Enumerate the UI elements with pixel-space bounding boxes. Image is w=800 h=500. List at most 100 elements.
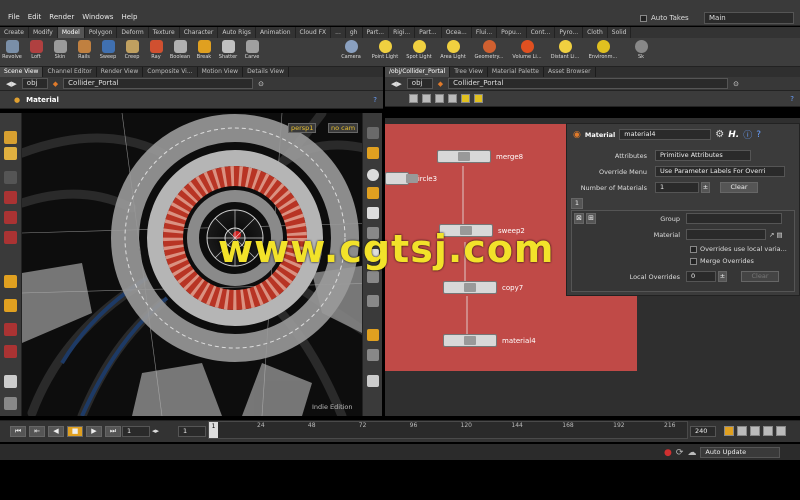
right-pane-tab-2[interactable]: Material Palette [488,67,544,77]
wireframe-icon[interactable] [367,207,379,219]
cook-icon[interactable]: ☁ [687,448,696,458]
pin-icon[interactable]: ⊙ [258,80,264,88]
shelf-tool-ray[interactable]: Ray [144,38,168,66]
left-path-geo[interactable]: Collider_Portal [63,78,254,89]
timeline-ruler[interactable]: 1 24 48 72 96 120 144 168 192 216 [208,421,688,439]
jump-end-icon[interactable]: ⏭ [105,426,121,437]
back-arrow-icon[interactable]: ◀▶ [6,80,17,88]
override-menu-select[interactable]: Use Parameter Labels For Overri [655,166,785,177]
shelf-tab-2[interactable]: Model [57,27,85,38]
group-field[interactable] [686,213,782,224]
start-frame-field[interactable]: 1 [178,426,206,437]
select-tool-icon[interactable] [4,131,17,144]
shelf-tab-7[interactable]: Auto Rigs [218,27,256,38]
shelf-tab-9[interactable]: Cloud FX [296,27,332,38]
right-pane-tab-0[interactable]: /obj/Collider_Portal [385,67,451,77]
shelf-tab-6[interactable]: Character [180,27,219,38]
node-circle[interactable]: circle3 [385,172,437,185]
shelf-tab-12[interactable]: Part... [363,27,390,38]
display-options-icon[interactable] [367,127,379,139]
auto-takes-checkbox[interactable] [640,14,647,22]
shelf-tool-loft[interactable]: Loft [24,38,48,66]
menu-windows[interactable]: Windows [82,13,113,21]
node-material[interactable]: material4 [443,334,536,347]
view-tool-icon[interactable] [4,323,17,336]
shelf-tool-sweep[interactable]: Sweep [96,38,120,66]
node-name-field[interactable]: material4 [619,129,712,140]
shelf-tab-10[interactable]: ... [331,27,346,38]
merge-overrides-checkbox[interactable] [690,257,697,265]
stepper-icon[interactable]: ± [701,182,710,193]
right-path-obj[interactable]: obj [406,78,433,89]
shelf-tab-8[interactable]: Animation [256,27,296,38]
flipbook-icon[interactable] [367,349,379,361]
scale-tool-icon[interactable] [4,231,17,244]
shelf-tool-light-6[interactable]: Distant Li... [546,38,584,66]
move-tool-icon[interactable] [4,147,17,160]
ghost-icon[interactable] [367,187,379,199]
left-pane-tab-0[interactable]: Scene View [0,67,44,77]
shelf-tool-skin[interactable]: Skin [48,38,72,66]
node-chooser-icon[interactable]: ▤ [776,231,782,239]
jump-start-icon[interactable]: ⏮ [10,426,26,437]
shelf-tab-3[interactable]: Polygon [85,27,118,38]
global-anim-icon[interactable] [776,426,786,436]
shelf-tool-light-2[interactable]: Spot Light [402,38,436,66]
auto-update-menu[interactable]: Auto Update [700,447,781,458]
multiparm-tab-1[interactable]: 1 [571,198,583,209]
shelf-tool-light-4[interactable]: Geometry... [470,38,508,66]
pin-view-icon[interactable] [367,295,379,307]
num-materials-field[interactable]: 1 [655,182,699,193]
shelf-tab-16[interactable]: Flui... [472,27,498,38]
end-frame-field[interactable]: 240 [690,426,716,437]
right-path-geo[interactable]: Collider_Portal [448,78,729,89]
right-pane-tab-1[interactable]: Tree View [450,67,488,77]
camera-persp-menu[interactable]: persp1 [288,123,317,133]
shelf-tab-19[interactable]: Pyro... [555,27,584,38]
menu-render[interactable]: Render [49,13,74,21]
shelf-tab-17[interactable]: Popu... [497,27,527,38]
pin-icon[interactable]: ⊙ [733,80,739,88]
shelf-tool-creep[interactable]: Creep [120,38,144,66]
handle-tool-icon[interactable] [4,275,17,288]
local-clear-button[interactable]: Clear [741,271,779,282]
shelf-tool-revolve[interactable]: Revolve [0,38,24,66]
camera-cam-menu[interactable]: no cam [328,123,359,133]
snap-frames-icon[interactable] [763,426,773,436]
shelf-tab-5[interactable]: Texture [149,27,180,38]
pointer-tool-icon[interactable] [4,171,17,184]
attributes-menu[interactable]: Primitive Attributes [655,150,751,161]
snapshot-icon[interactable] [367,329,379,341]
network-tool-4-icon[interactable] [448,94,457,103]
left-path-obj[interactable]: obj [21,78,48,89]
current-frame-field[interactable]: 1 [122,426,150,437]
right-pane-tab-3[interactable]: Asset Browser [544,67,596,77]
shelf-tab-1[interactable]: Modify [29,27,58,38]
overrides-local-checkbox[interactable] [690,245,697,253]
shelf-tool-rails[interactable]: Rails [72,38,96,66]
shelf-tool-carve[interactable]: Carve [240,38,264,66]
shelf-tool-shatter[interactable]: Shatter [216,38,240,66]
menu-file[interactable]: File [8,13,20,21]
grid-icon[interactable] [367,271,379,283]
sound-icon[interactable] [750,426,760,436]
merge-overrides-row[interactable]: Merge Overrides [690,257,754,265]
stop-icon[interactable]: ■ [67,426,83,437]
left-pane-tab-1[interactable]: Channel Editor [43,67,97,77]
rotate-tool-icon[interactable] [4,211,17,224]
frame-stepper-icon[interactable]: ◂▸ [152,427,159,435]
shelf-tool-light-3[interactable]: Area Light [436,38,470,66]
key-icon[interactable] [737,426,747,436]
overrides-local-row[interactable]: Overrides use local varia... [690,245,787,253]
param-help-icon[interactable]: ? [756,130,761,140]
network-tool-5-icon[interactable] [461,94,470,103]
step-back-icon[interactable]: ⇤ [29,426,45,437]
home-icon[interactable] [367,375,379,387]
playhead[interactable]: 1 [209,422,218,438]
shelf-tool-light-8[interactable]: Sk [622,38,660,66]
play-icon[interactable]: ▶ [86,426,102,437]
shelf-tool-break[interactable]: Break [192,38,216,66]
help-icon[interactable]: ? [373,96,377,104]
left-pane-tab-2[interactable]: Render View [97,67,144,77]
network-help-icon[interactable]: ? [790,95,794,103]
